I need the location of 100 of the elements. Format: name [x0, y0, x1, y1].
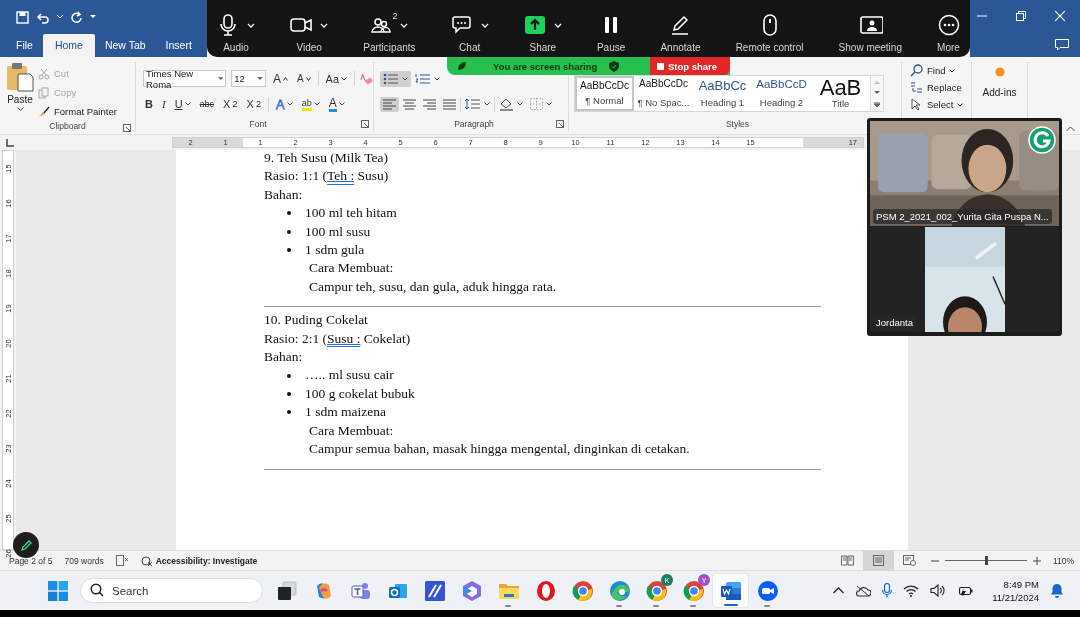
- meeting-toolbar-button[interactable]: Pause: [594, 0, 628, 57]
- ribbon-tab[interactable]: File: [6, 34, 43, 57]
- bullet-icon: [287, 229, 291, 234]
- meeting-toolbar-button[interactable]: Annotate: [658, 0, 703, 57]
- more-styles-icon[interactable]: [874, 101, 880, 108]
- zoom-level[interactable]: 110%: [1052, 555, 1074, 566]
- wave-logo-icon: [608, 579, 631, 602]
- method-label: Cara Membuat:: [309, 259, 394, 278]
- chevron-up-icon[interactable]: [833, 587, 845, 594]
- undo-icon[interactable]: [36, 10, 50, 24]
- format-button[interactable]: U: [172, 98, 193, 111]
- caret-icon: [256, 76, 263, 81]
- meeting-toolbar-button[interactable]: Show meeting: [836, 0, 904, 57]
- save-icon[interactable]: [16, 10, 29, 24]
- focus-icon[interactable]: [115, 555, 129, 566]
- line-spacing-icon: [465, 98, 481, 111]
- font-effect-button[interactable]: A: [273, 96, 295, 112]
- bullet-icon: [287, 410, 291, 415]
- comment-icon[interactable]: [1055, 39, 1069, 51]
- change-case-button[interactable]: Aa: [323, 72, 350, 85]
- meeting-toolbar-button[interactable]: More: [935, 0, 962, 57]
- document-app-icon: [719, 579, 742, 602]
- format-button[interactable]: abc: [197, 99, 217, 110]
- style-item[interactable]: AaB Title: [811, 76, 870, 111]
- pencil-icon: [19, 538, 33, 552]
- editing-button[interactable]: Find: [910, 62, 971, 79]
- style-item[interactable]: AaBbCcDc ¶ Normal: [575, 76, 634, 111]
- zoom-in-icon[interactable]: [1032, 556, 1041, 565]
- word-count[interactable]: 709 words: [64, 555, 104, 566]
- group-label: Font: [249, 119, 267, 129]
- dialog-launcher-icon[interactable]: [361, 120, 369, 128]
- battery-icon[interactable]: [956, 584, 974, 597]
- add-ins-button[interactable]: Add-ins: [972, 62, 1027, 98]
- task-view-icon: [275, 579, 298, 602]
- align-button[interactable]: [380, 96, 399, 112]
- font-effect-button[interactable]: A: [326, 96, 347, 112]
- clipboard-button[interactable]: Format Painter: [38, 102, 117, 121]
- paste-button[interactable]: Paste: [6, 62, 34, 121]
- editing-button[interactable]: Select: [910, 96, 971, 113]
- caret-icon[interactable]: [57, 15, 63, 19]
- tab-stop-icon[interactable]: [6, 138, 14, 147]
- circle-logo-icon: [645, 579, 668, 602]
- eraser-icon[interactable]: [359, 71, 373, 86]
- style-item[interactable]: AaBbCcD Heading 2: [752, 76, 811, 111]
- shield-icon: [609, 60, 620, 72]
- book-icon: [840, 555, 854, 566]
- meeting-toolbar-button[interactable]: Share: [521, 0, 564, 57]
- ribbon-tab[interactable]: Insert: [155, 34, 202, 57]
- meeting-toolbar-button[interactable]: 2 Participants: [361, 0, 418, 57]
- gallery-scrollbar[interactable]: [870, 76, 883, 111]
- style-item[interactable]: AaBbCc Heading 1: [693, 76, 752, 111]
- ribbon-tab[interactable]: Home: [42, 34, 95, 57]
- redo-icon[interactable]: [70, 10, 83, 24]
- meeting-toolbar-button[interactable]: Audio: [215, 0, 257, 57]
- zoom-slider-thumb[interactable]: [984, 556, 988, 565]
- wifi-icon[interactable]: [903, 584, 920, 597]
- bullet-icon: [287, 392, 291, 397]
- group-label: Styles: [725, 119, 750, 129]
- bullet-icon: [287, 248, 291, 253]
- editing-button[interactable]: Replace: [910, 79, 971, 96]
- customize-caret-icon[interactable]: [90, 15, 96, 19]
- ribbon-tab[interactable]: New Tab: [94, 34, 156, 57]
- meeting-toolbar-button[interactable]: Video: [288, 0, 331, 57]
- close-icon[interactable]: [1055, 11, 1065, 21]
- caret-icon: [434, 76, 440, 81]
- accessibility-button[interactable]: Accessibility: Investigate: [140, 554, 258, 567]
- taskbar-app-button[interactable]: [712, 573, 749, 608]
- scroll-down-icon[interactable]: [874, 90, 880, 95]
- bullets-button[interactable]: [380, 70, 411, 87]
- method-text: Campur teh, susu, dan gula, aduk hingga rata.: [309, 277, 557, 296]
- cloud-icon[interactable]: [855, 584, 872, 597]
- align-lines-icon: [383, 98, 396, 110]
- format-button[interactable]: I: [159, 98, 168, 111]
- style-item[interactable]: AaBbCcDc ¶ No Spac...: [634, 76, 693, 111]
- view-button[interactable]: [862, 550, 894, 571]
- bell-icon[interactable]: [1050, 583, 1064, 598]
- dialog-launcher-icon[interactable]: [123, 124, 131, 132]
- dialog-launcher-icon[interactable]: [556, 120, 564, 128]
- microphone-icon[interactable]: [882, 583, 893, 598]
- ingredient-item: 1 sdm maizena: [305, 403, 386, 422]
- restore-icon[interactable]: [1016, 11, 1026, 21]
- stop-share-button[interactable]: Stop share: [650, 57, 730, 75]
- font-size-field[interactable]: 12: [231, 70, 266, 88]
- format-button[interactable]: B: [143, 98, 155, 111]
- search-field[interactable]: Search: [80, 578, 263, 603]
- start-icon[interactable]: [48, 580, 68, 601]
- shrink-font-button[interactable]: A: [295, 73, 313, 85]
- meeting-toolbar-button[interactable]: Chat: [448, 0, 491, 57]
- bullet-list-icon: [383, 72, 399, 85]
- meeting-toolbar-button[interactable]: Remote control: [733, 0, 806, 57]
- paint-bucket-icon: [499, 97, 514, 111]
- sharing-status: You are screen sharing: [493, 60, 598, 72]
- caret-icon: [546, 102, 552, 107]
- caret-icon: [402, 76, 408, 81]
- clock[interactable]: 8:49 PM 11/21/2024: [992, 577, 1039, 604]
- bullet-icon: [287, 373, 291, 378]
- grow-font-button[interactable]: A: [270, 71, 290, 86]
- font-effect-button[interactable]: ab: [299, 97, 322, 111]
- speaker-icon[interactable]: [930, 584, 946, 597]
- font-name-field[interactable]: Times New Roma: [143, 70, 227, 88]
